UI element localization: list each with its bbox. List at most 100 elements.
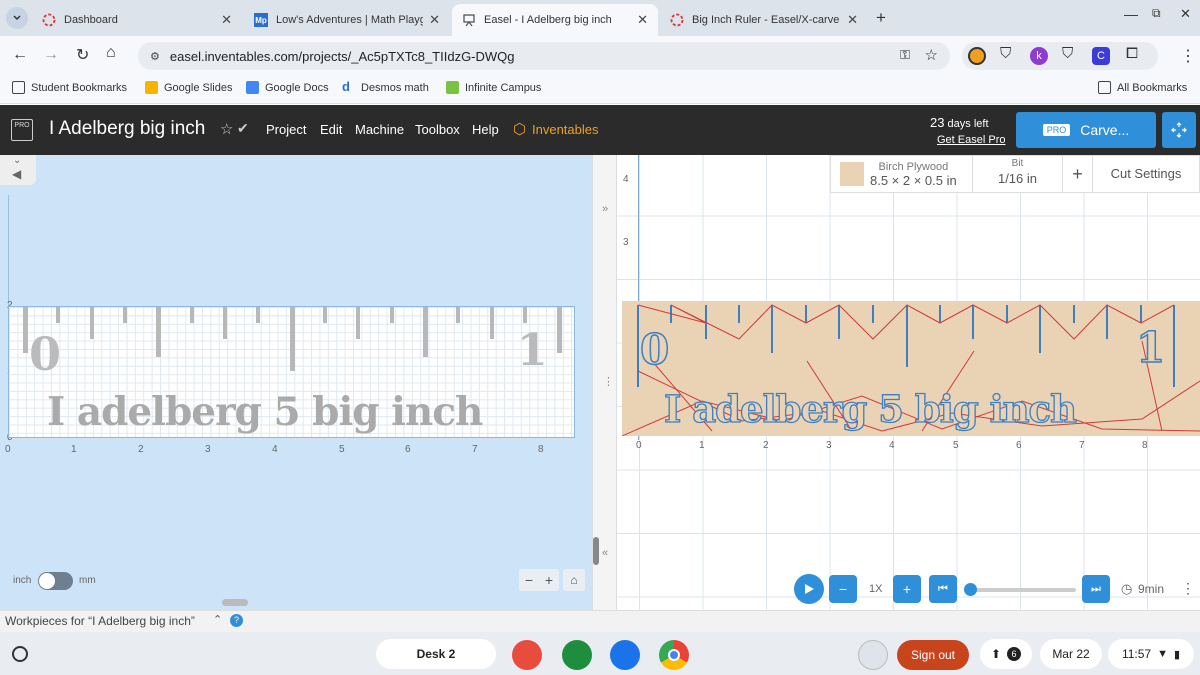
bookmark-google-docs[interactable]: Google Docs bbox=[246, 81, 329, 94]
palette-app-icon[interactable] bbox=[512, 640, 542, 670]
workpieces-label[interactable]: Workpieces for “I Adelberg big inch” bbox=[5, 614, 195, 628]
more-menu-icon[interactable]: ⋮ bbox=[1180, 46, 1196, 66]
zoom-in-button[interactable]: + bbox=[545, 572, 553, 588]
chrome-center bbox=[668, 649, 680, 661]
all-bookmarks[interactable]: All Bookmarks bbox=[1098, 81, 1187, 94]
launcher-button[interactable] bbox=[12, 646, 28, 662]
tab-math-playground[interactable]: Mp Low's Adventures | Math Playg ✕ bbox=[244, 4, 450, 36]
forward-icon[interactable]: → bbox=[43, 46, 59, 64]
bit-selector[interactable]: Bit 1/16 in bbox=[973, 156, 1063, 192]
ruler-workpiece[interactable]: 0 1 I adelberg 5 big inch bbox=[8, 306, 575, 438]
address-bar[interactable]: ⚙ easel.inventables.com/projects/_Ac5pTX… bbox=[138, 42, 950, 70]
folder-icon bbox=[1098, 81, 1111, 94]
zoom-controls: − + bbox=[519, 569, 559, 591]
tab-dashboard[interactable]: Dashboard ✕ bbox=[32, 4, 242, 36]
skip-to-start-button[interactable]: ⏮ bbox=[929, 575, 957, 603]
bookmark-desmos[interactable]: d Desmos math bbox=[342, 79, 429, 94]
shield-icon[interactable]: ⛉ bbox=[1062, 45, 1073, 62]
y-tick: 3 bbox=[623, 237, 629, 248]
close-icon[interactable]: ✕ bbox=[847, 12, 858, 28]
minimize-button[interactable]: — bbox=[1124, 6, 1138, 22]
add-bit-button[interactable]: + bbox=[1063, 156, 1093, 192]
scrollbar-thumb[interactable] bbox=[593, 537, 599, 565]
close-window-button[interactable]: ✕ bbox=[1180, 6, 1191, 22]
panel-divider[interactable]: » ⋮ « bbox=[592, 155, 617, 610]
slider-knob[interactable] bbox=[964, 583, 977, 596]
sign-out-button[interactable]: Sign out bbox=[897, 640, 969, 670]
scroll-handle[interactable] bbox=[222, 599, 248, 606]
tab-big-inch-ruler[interactable]: Big Inch Ruler - Easel/X-carve ✕ bbox=[660, 4, 868, 36]
cut-settings-button[interactable]: Cut Settings bbox=[1093, 156, 1199, 192]
chevron-up-icon[interactable]: ⌃ bbox=[213, 613, 222, 626]
restore-button[interactable]: ⧉ bbox=[1152, 6, 1161, 21]
docs-icon bbox=[246, 81, 259, 94]
menu-toolbox[interactable]: Toolbox bbox=[415, 122, 460, 137]
menu-inventables[interactable]: Inventables bbox=[532, 122, 599, 137]
extension-icon-1[interactable] bbox=[968, 47, 986, 65]
menu-project[interactable]: Project bbox=[266, 122, 306, 137]
dashboard-favicon bbox=[42, 13, 56, 27]
close-icon[interactable]: ✕ bbox=[429, 12, 440, 28]
chrome-app-icon[interactable] bbox=[659, 640, 689, 670]
expand-right-icon[interactable]: » bbox=[602, 203, 608, 215]
saved-check-icon: ✔ bbox=[237, 120, 249, 136]
expand-left-icon[interactable]: « bbox=[602, 547, 608, 559]
progress-slider[interactable] bbox=[968, 588, 1076, 592]
reload-icon[interactable]: ↻ bbox=[76, 45, 89, 65]
desk-button[interactable]: Desk 2 bbox=[376, 639, 496, 669]
favorite-star-icon[interactable]: ☆ bbox=[220, 120, 233, 138]
menu-edit[interactable]: Edit bbox=[320, 122, 342, 137]
extension-k-icon[interactable]: k bbox=[1030, 47, 1048, 65]
site-info-icon[interactable]: ⚙ bbox=[150, 50, 160, 63]
faster-button[interactable]: + bbox=[893, 575, 921, 603]
menu-help[interactable]: Help bbox=[472, 122, 499, 137]
home-icon[interactable]: ⌂ bbox=[106, 44, 116, 62]
date-pill[interactable]: Mar 22 bbox=[1040, 639, 1102, 669]
desmos-icon: d bbox=[342, 79, 350, 94]
get-pro-link[interactable]: Get Easel Pro bbox=[937, 134, 1005, 146]
slower-button[interactable]: − bbox=[829, 575, 857, 603]
x-tick: 0 bbox=[5, 444, 11, 455]
extension-c-icon[interactable]: C bbox=[1092, 47, 1110, 65]
more-options-icon[interactable]: ⋮ bbox=[1181, 580, 1195, 597]
close-icon[interactable]: ✕ bbox=[637, 12, 648, 28]
close-icon[interactable]: ✕ bbox=[221, 12, 232, 28]
expand-button[interactable] bbox=[1162, 112, 1196, 148]
chevron-down-icon bbox=[13, 15, 21, 21]
material-bit-bar: Birch Plywood 8.5 × 2 × 0.5 in Bit 1/16 … bbox=[830, 155, 1200, 193]
unit-toggle[interactable] bbox=[38, 572, 73, 590]
tote-icon[interactable] bbox=[858, 640, 888, 670]
shield-icon[interactable]: ⛉ bbox=[1000, 45, 1011, 62]
inventables-hex-icon: ⬡ bbox=[513, 121, 527, 138]
x-tick: 7 bbox=[472, 444, 478, 455]
star-icon[interactable]: ☆ bbox=[925, 46, 938, 64]
skip-to-end-button[interactable]: ⏭ bbox=[1082, 575, 1110, 603]
tab-title: Low's Adventures | Math Playg bbox=[276, 14, 424, 26]
tab-easel[interactable]: Easel - I Adelberg big inch ✕ bbox=[452, 4, 658, 36]
project-title[interactable]: I Adelberg big inch bbox=[49, 118, 205, 140]
material-selector[interactable]: Birch Plywood 8.5 × 2 × 0.5 in bbox=[831, 156, 973, 192]
easel-logo[interactable]: PRO bbox=[11, 119, 33, 141]
password-key-icon[interactable]: ⚿ bbox=[900, 47, 910, 63]
help-icon[interactable]: ? bbox=[230, 614, 243, 627]
puzzle-icon[interactable]: ⧠ bbox=[1126, 45, 1138, 62]
camera-app-icon[interactable] bbox=[610, 640, 640, 670]
bookmark-infinite-campus[interactable]: Infinite Campus bbox=[446, 81, 541, 94]
menu-machine[interactable]: Machine bbox=[355, 122, 404, 137]
collapse-toggle[interactable]: ⌄ ◀ bbox=[0, 155, 36, 185]
carve-button[interactable]: PRO Carve... bbox=[1016, 112, 1156, 148]
play-button[interactable] bbox=[794, 574, 824, 604]
status-area[interactable]: 11:57 ▼ ▮ bbox=[1108, 639, 1194, 669]
tab-title: Easel - I Adelberg big inch bbox=[484, 14, 612, 26]
classroom-app-icon[interactable] bbox=[562, 640, 592, 670]
notification-pill[interactable]: ⬆ 6 bbox=[980, 639, 1032, 669]
drag-handle-icon[interactable]: ⋮ bbox=[603, 375, 614, 388]
zoom-out-button[interactable]: − bbox=[525, 572, 533, 588]
back-icon[interactable]: ← bbox=[12, 46, 28, 64]
bookmark-google-slides[interactable]: Google Slides bbox=[145, 81, 233, 94]
upload-icon: ⬆ bbox=[990, 647, 1002, 661]
new-tab-button[interactable]: + bbox=[876, 8, 886, 28]
tab-search-button[interactable] bbox=[6, 7, 28, 29]
home-view-button[interactable]: ⌂ bbox=[563, 569, 585, 591]
bookmark-student[interactable]: Student Bookmarks bbox=[12, 81, 127, 94]
